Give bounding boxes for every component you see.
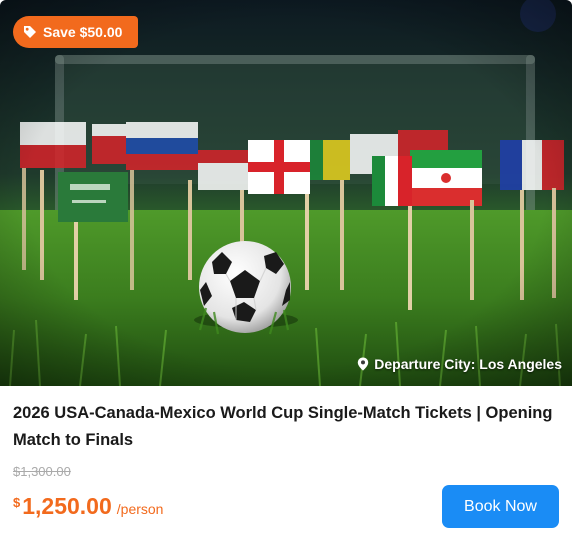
departure-city-label: Departure City: Los Angeles: [374, 356, 562, 372]
book-now-button[interactable]: Book Now: [442, 485, 559, 528]
hero-scene: [0, 0, 572, 386]
product-title[interactable]: 2026 USA-Canada-Mexico World Cup Single-…: [13, 400, 553, 454]
departure-city: Departure City: Los Angeles: [357, 356, 562, 372]
original-price: $1,300.00: [13, 464, 71, 479]
price-unit: /person: [116, 501, 164, 517]
currency-symbol: $: [13, 495, 21, 510]
save-badge: Save $50.00: [13, 16, 139, 48]
tag-icon: [24, 26, 36, 38]
price-amount: 1,250.00: [22, 493, 112, 519]
product-card[interactable]: Save $50.00 Departure City: Los Angeles …: [0, 0, 572, 542]
hero-image[interactable]: Save $50.00 Departure City: Los Angeles: [0, 0, 572, 386]
price: $ 1,250.00 /person: [13, 493, 163, 520]
save-badge-label: Save $50.00: [43, 24, 123, 40]
location-pin-icon: [358, 357, 369, 371]
